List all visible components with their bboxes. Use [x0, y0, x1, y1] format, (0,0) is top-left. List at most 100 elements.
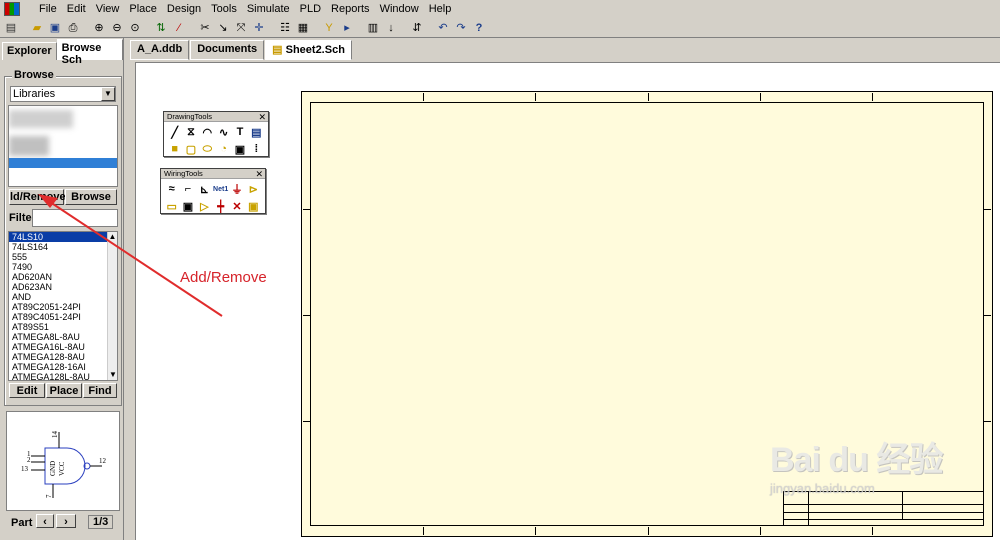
tab-sheet2[interactable]: ▤ Sheet2.Sch: [265, 40, 352, 60]
close-icon[interactable]: ✕: [258, 112, 266, 122]
paste-icon[interactable]: ↘: [215, 20, 231, 36]
close-icon[interactable]: ✕: [255, 169, 263, 179]
filter-input[interactable]: [32, 209, 118, 227]
pin-icon[interactable]: ↓: [383, 20, 399, 36]
library-list[interactable]: [8, 105, 118, 187]
rounded-rectangle-icon[interactable]: ▢: [183, 142, 198, 156]
part-icon[interactable]: ▭: [164, 199, 179, 213]
pcb-layout-icon[interactable]: ▣: [246, 199, 261, 213]
sheet-symbol-icon[interactable]: ▣: [180, 199, 195, 213]
arc-icon[interactable]: ◠: [200, 125, 215, 139]
list-item[interactable]: AND: [9, 292, 117, 302]
component-list-scrollbar[interactable]: ▲ ▼: [107, 232, 117, 380]
array-icon[interactable]: ⁞: [249, 142, 264, 156]
probe-icon[interactable]: ⁄: [171, 20, 187, 36]
undo-icon[interactable]: ↶: [435, 20, 451, 36]
find-button[interactable]: Find: [83, 383, 117, 398]
chevron-down-icon[interactable]: ▼: [101, 87, 115, 101]
select-icon[interactable]: ⤧: [233, 20, 249, 36]
rectangle-icon[interactable]: ■: [167, 142, 182, 156]
ground-icon[interactable]: ⏚: [229, 182, 244, 196]
no-erc-icon[interactable]: ✕: [229, 199, 244, 213]
zoom-out-icon[interactable]: ⊖: [109, 20, 125, 36]
bus-entry-icon[interactable]: ⊾: [197, 182, 212, 196]
filter-icon[interactable]: Y: [321, 20, 337, 36]
blurred-library-entry: [9, 136, 49, 156]
design-manager-icon[interactable]: ▤: [3, 20, 19, 36]
menu-tools[interactable]: Tools: [206, 0, 242, 18]
open-folder-icon[interactable]: ▰: [29, 20, 45, 36]
tab-explorer[interactable]: Explorer: [2, 42, 57, 60]
menu-help[interactable]: Help: [424, 0, 457, 18]
wire-icon[interactable]: ≈: [164, 182, 179, 196]
scroll-down-icon[interactable]: ▼: [108, 370, 117, 380]
menu-simulate[interactable]: Simulate: [242, 0, 295, 18]
list-item[interactable]: AT89C4051-24PI: [9, 312, 117, 322]
list-item[interactable]: AD623AN: [9, 282, 117, 292]
tab-documents[interactable]: Documents: [190, 40, 265, 60]
cut-icon[interactable]: ✂: [197, 20, 213, 36]
save-icon[interactable]: ▣: [47, 20, 63, 36]
move-icon[interactable]: ✛: [251, 20, 267, 36]
hierarchy-icon[interactable]: ⇅: [153, 20, 169, 36]
list-item[interactable]: AD620AN: [9, 272, 117, 282]
text-icon[interactable]: T: [232, 125, 247, 139]
component-list[interactable]: 74LS10 74LS164 555 7490 AD620AN AD623AN …: [8, 231, 118, 381]
list-item[interactable]: 74LS10: [9, 232, 117, 242]
redo-icon[interactable]: ↷: [453, 20, 469, 36]
ellipse-icon[interactable]: ⬭: [200, 142, 215, 156]
sheet-entry-icon[interactable]: ▷: [197, 199, 212, 213]
list-item[interactable]: ATMEGA128-16AI: [9, 362, 117, 372]
text-frame-icon[interactable]: ▤: [249, 125, 264, 139]
menu-file[interactable]: File: [34, 0, 62, 18]
prev-part-button[interactable]: ‹: [36, 514, 54, 528]
zoom-in-icon[interactable]: ⊕: [91, 20, 107, 36]
list-item[interactable]: AT89C2051-24PI: [9, 302, 117, 312]
menu-reports[interactable]: Reports: [326, 0, 375, 18]
browse-button[interactable]: Browse: [65, 189, 117, 205]
pie-icon[interactable]: ◔: [216, 142, 231, 156]
line-icon[interactable]: ╱: [167, 125, 182, 139]
part-label: Part: [11, 517, 33, 529]
menu-pld[interactable]: PLD: [295, 0, 326, 18]
list-item[interactable]: ATMEGA8L-8AU: [9, 332, 117, 342]
scroll-up-icon[interactable]: ▲: [108, 232, 117, 242]
menu-window[interactable]: Window: [375, 0, 424, 18]
help-icon[interactable]: ?: [471, 20, 487, 36]
next-part-button[interactable]: ›: [56, 514, 76, 528]
print-icon[interactable]: ⎙: [65, 20, 81, 36]
pin-label: GND: [49, 461, 57, 476]
bus-icon[interactable]: ⌐: [180, 182, 195, 196]
junction-icon[interactable]: ┿: [213, 199, 228, 213]
list-item[interactable]: ATMEGA128-8AU: [9, 352, 117, 362]
list-item[interactable]: ATMEGA128L-8AU: [9, 372, 117, 380]
net-label-icon[interactable]: Net1: [213, 182, 228, 196]
bezier-icon[interactable]: ∿: [216, 125, 231, 139]
tab-browse-sch[interactable]: Browse Sch: [56, 39, 123, 66]
menu-edit[interactable]: Edit: [62, 0, 91, 18]
browse-type-select[interactable]: Libraries ▼: [10, 86, 116, 102]
sort-icon[interactable]: ⇵: [409, 20, 425, 36]
list-item[interactable]: AT89S51: [9, 322, 117, 332]
place-button[interactable]: Place: [46, 383, 82, 398]
flag-icon[interactable]: ▸: [339, 20, 355, 36]
menu-view[interactable]: View: [91, 0, 125, 18]
library-selected-row[interactable]: [9, 158, 117, 168]
tab-database[interactable]: A_A.ddb: [130, 40, 190, 60]
graphic-icon[interactable]: ▣: [232, 142, 247, 156]
clear-icon[interactable]: ▥: [365, 20, 381, 36]
list-item[interactable]: 74LS164: [9, 242, 117, 252]
zoom-fit-icon[interactable]: ⊙: [127, 20, 143, 36]
list-item[interactable]: ATMEGA16L-8AU: [9, 342, 117, 352]
edit-button[interactable]: Edit: [9, 383, 45, 398]
add-remove-button[interactable]: ld/Remove: [9, 189, 66, 205]
menu-design[interactable]: Design: [162, 0, 206, 18]
menu-place[interactable]: Place: [124, 0, 162, 18]
library-icon[interactable]: ☷: [277, 20, 293, 36]
port-icon[interactable]: ⊳: [246, 182, 261, 196]
list-item[interactable]: 555: [9, 252, 117, 262]
app-icon[interactable]: [4, 2, 20, 16]
polygon-icon[interactable]: ⧖: [183, 125, 198, 139]
browse-icon[interactable]: ▦: [295, 20, 311, 36]
list-item[interactable]: 7490: [9, 262, 117, 272]
